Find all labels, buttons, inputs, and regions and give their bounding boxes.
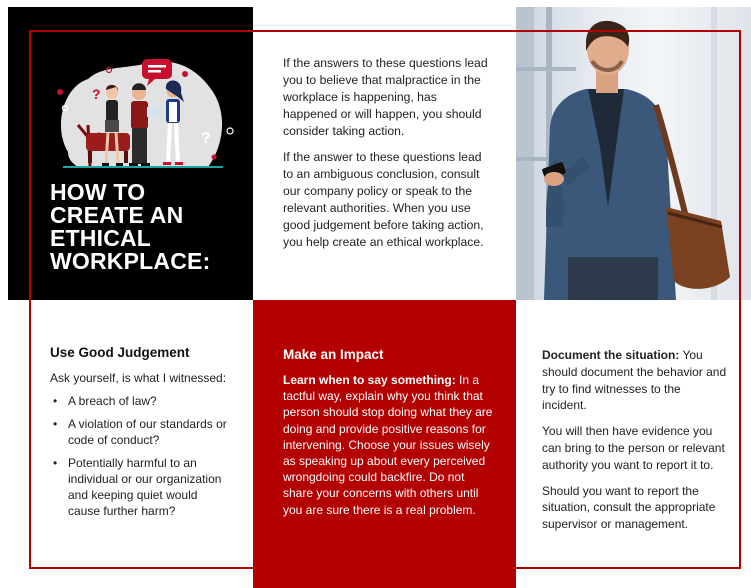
decor-dot <box>182 71 188 77</box>
judgement-section: Use Good Judgement Ask yourself, is what… <box>50 345 230 526</box>
bullet-icon: • <box>53 394 58 408</box>
question-mark-icon: ? <box>201 130 211 147</box>
photo-illustration <box>516 7 730 300</box>
decor-dot <box>57 89 63 95</box>
impact-body: In a tactful way, explain why you think … <box>283 373 493 517</box>
impact-paragraph: Learn when to say something: In a tactfu… <box>283 372 493 518</box>
document-lead: Document the situation: <box>542 348 680 362</box>
document-paragraph: Document the situation: You should docum… <box>542 347 727 414</box>
intro-paragraph: If the answer to these questions lead to… <box>283 150 484 249</box>
bullet-icon: • <box>53 417 58 431</box>
page-title: HOW TO CREATE AN ETHICAL WORKPLACE: <box>50 181 250 273</box>
bullet-icon: • <box>53 456 58 470</box>
decor-dot <box>226 127 234 135</box>
section-heading: Use Good Judgement <box>50 345 190 360</box>
title-line: HOW TO <box>50 179 146 205</box>
impact-section: Make an Impact Learn when to say somethi… <box>283 347 493 518</box>
section-heading: Make an Impact <box>283 347 384 362</box>
question-list: • A breach of law? • A violation of our st… <box>50 393 230 519</box>
list-item-text: A violation of our standards or code of … <box>68 417 227 447</box>
question-mark-icon: ? <box>92 86 101 102</box>
decor-dot <box>211 154 217 160</box>
list-item-text: A breach of law? <box>68 394 157 408</box>
list-item: • Potentially harmful to an individual or… <box>50 455 230 519</box>
document-section: Document the situation: You should docum… <box>542 347 727 542</box>
title-line: CREATE AN <box>50 202 184 228</box>
document-paragraph: You will then have evidence you can brin… <box>542 424 725 472</box>
list-item: • A breach of law? <box>50 393 230 409</box>
title-line: ETHICAL <box>50 225 152 251</box>
list-item-text: Potentially harmful to an individual or … <box>68 456 222 518</box>
intro-paragraph: If the answers to these questions lead y… <box>283 56 488 138</box>
title-line: WORKPLACE: <box>50 248 211 274</box>
businessman-photo <box>516 7 751 300</box>
speech-bubble <box>142 59 172 79</box>
list-item: • A violation of our standards or code of… <box>50 416 230 448</box>
document-paragraph: Should you want to report the situation,… <box>542 483 716 532</box>
section-intro: Ask yourself, is what I witnessed: <box>50 371 227 385</box>
intro-text: If the answers to these questions lead y… <box>283 55 488 260</box>
impact-lead: Learn when to say something: <box>283 373 456 387</box>
